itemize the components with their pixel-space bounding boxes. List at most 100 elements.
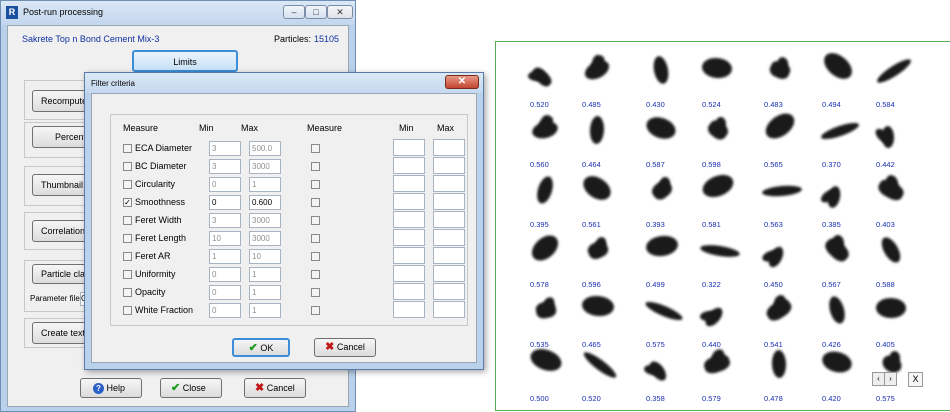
max-field[interactable]: 1 [249, 267, 281, 282]
min-field[interactable]: 0 [209, 267, 241, 282]
measure-checkbox[interactable] [123, 270, 132, 279]
measure2-checkbox[interactable] [311, 252, 320, 261]
create-text-button[interactable]: Create text [32, 322, 92, 344]
max-field[interactable]: 500.0 [249, 141, 281, 156]
thumbnail-button[interactable]: Thumbnail i [32, 174, 92, 196]
measure-checkbox[interactable] [123, 288, 132, 297]
min2-field[interactable] [393, 175, 425, 192]
close-button[interactable]: ✔ Close [160, 378, 222, 398]
next-page-button[interactable]: › [884, 372, 897, 386]
measure-label: Opacity [135, 287, 166, 297]
ok-button[interactable]: ✔ OK [232, 338, 290, 357]
min-field[interactable]: 10 [209, 231, 241, 246]
min-field[interactable]: 0 [209, 177, 241, 192]
max-field[interactable]: 0.600 [249, 195, 281, 210]
max2-field[interactable] [433, 265, 465, 282]
particle-image [819, 48, 857, 84]
min2-field[interactable] [393, 211, 425, 228]
measure2-checkbox[interactable] [311, 288, 320, 297]
max2-field[interactable] [433, 193, 465, 210]
smoothness-value: 0.483 [764, 100, 783, 109]
smoothness-value: 0.596 [582, 280, 601, 289]
min-field[interactable]: 0 [209, 195, 241, 210]
measure2-checkbox[interactable] [311, 216, 320, 225]
min-field[interactable]: 0 [209, 285, 241, 300]
measure2-checkbox[interactable] [311, 162, 320, 171]
smoothness-value: 0.535 [530, 340, 549, 349]
close-window-button[interactable]: ✕ [327, 5, 353, 19]
smoothness-value: 0.426 [822, 340, 841, 349]
max2-field[interactable] [433, 211, 465, 228]
max2-field[interactable] [433, 229, 465, 246]
measure-checkbox[interactable] [123, 252, 132, 261]
maximize-button[interactable]: □ [305, 5, 327, 19]
min2-field[interactable] [393, 283, 425, 300]
measure-checkbox[interactable] [123, 216, 132, 225]
help-icon: ? [93, 383, 104, 395]
max-field[interactable]: 10 [249, 249, 281, 264]
min-field[interactable]: 3 [209, 159, 241, 174]
max-field[interactable]: 3000 [249, 231, 281, 246]
max-field[interactable]: 3000 [249, 159, 281, 174]
min2-field[interactable] [393, 193, 425, 210]
measure2-checkbox[interactable] [311, 198, 320, 207]
particle-classification-button[interactable]: Particle cla [32, 264, 92, 284]
particle-image [527, 230, 563, 266]
max2-field[interactable] [433, 157, 465, 174]
measure2-checkbox[interactable] [311, 234, 320, 243]
min2-field[interactable] [393, 229, 425, 246]
measure2-checkbox[interactable] [311, 270, 320, 279]
smoothness-value: 0.587 [646, 160, 665, 169]
measure-checkbox[interactable] [123, 180, 132, 189]
measure2-checkbox[interactable] [311, 180, 320, 189]
main-title-bar[interactable]: R Post-run processing – □ ✕ [1, 1, 355, 25]
smoothness-value: 0.588 [876, 280, 895, 289]
max-field[interactable]: 1 [249, 303, 281, 318]
particle-image [643, 113, 679, 143]
dialog-cancel-button[interactable]: ✖ Cancel [314, 338, 376, 357]
dialog-title-bar[interactable]: Filter criteria ✕ [85, 73, 483, 93]
app-icon: R [6, 6, 18, 19]
percentile-button[interactable]: Percenti [32, 126, 92, 148]
max-field[interactable]: 3000 [249, 213, 281, 228]
dialog-close-button[interactable]: ✕ [445, 75, 479, 89]
min2-field[interactable] [393, 157, 425, 174]
measure2-checkbox[interactable] [311, 306, 320, 315]
particle-image [699, 242, 741, 260]
measure2-checkbox[interactable] [311, 144, 320, 153]
limits-button[interactable]: Limits [132, 50, 238, 72]
min2-field[interactable] [393, 301, 425, 318]
max2-field[interactable] [433, 139, 465, 156]
measure-checkbox[interactable] [123, 306, 132, 315]
smoothness-value: 0.520 [582, 394, 601, 403]
max-field[interactable]: 1 [249, 285, 281, 300]
min-field[interactable]: 0 [209, 303, 241, 318]
min-field[interactable]: 1 [209, 249, 241, 264]
smoothness-value: 0.567 [822, 280, 841, 289]
max2-field[interactable] [433, 175, 465, 192]
min2-field[interactable] [393, 265, 425, 282]
thumbnail-close-button[interactable]: X [908, 372, 923, 387]
particle-image [701, 56, 733, 80]
max2-field[interactable] [433, 247, 465, 264]
max2-field[interactable] [433, 301, 465, 318]
max-field[interactable]: 1 [249, 177, 281, 192]
measure-checkbox[interactable] [123, 144, 132, 153]
filter-criteria-dialog: Filter criteria ✕ Measure Min Max Measur… [84, 72, 484, 370]
main-cancel-button[interactable]: ✖ Cancel [244, 378, 306, 398]
min2-field[interactable] [393, 247, 425, 264]
min2-field[interactable] [393, 139, 425, 156]
minimize-button[interactable]: – [283, 5, 305, 19]
help-label: Help [106, 383, 126, 393]
smoothness-value: 0.561 [582, 220, 601, 229]
help-button[interactable]: ? Help [80, 378, 142, 398]
max2-field[interactable] [433, 283, 465, 300]
measure-checkbox[interactable]: ✓ [123, 198, 132, 207]
smoothness-value: 0.500 [530, 394, 549, 403]
measure-checkbox[interactable] [123, 234, 132, 243]
min-field[interactable]: 3 [209, 141, 241, 156]
particle-image [761, 184, 803, 198]
measure-checkbox[interactable] [123, 162, 132, 171]
min-field[interactable]: 3 [209, 213, 241, 228]
correlation-button[interactable]: Correlation p [32, 220, 92, 242]
